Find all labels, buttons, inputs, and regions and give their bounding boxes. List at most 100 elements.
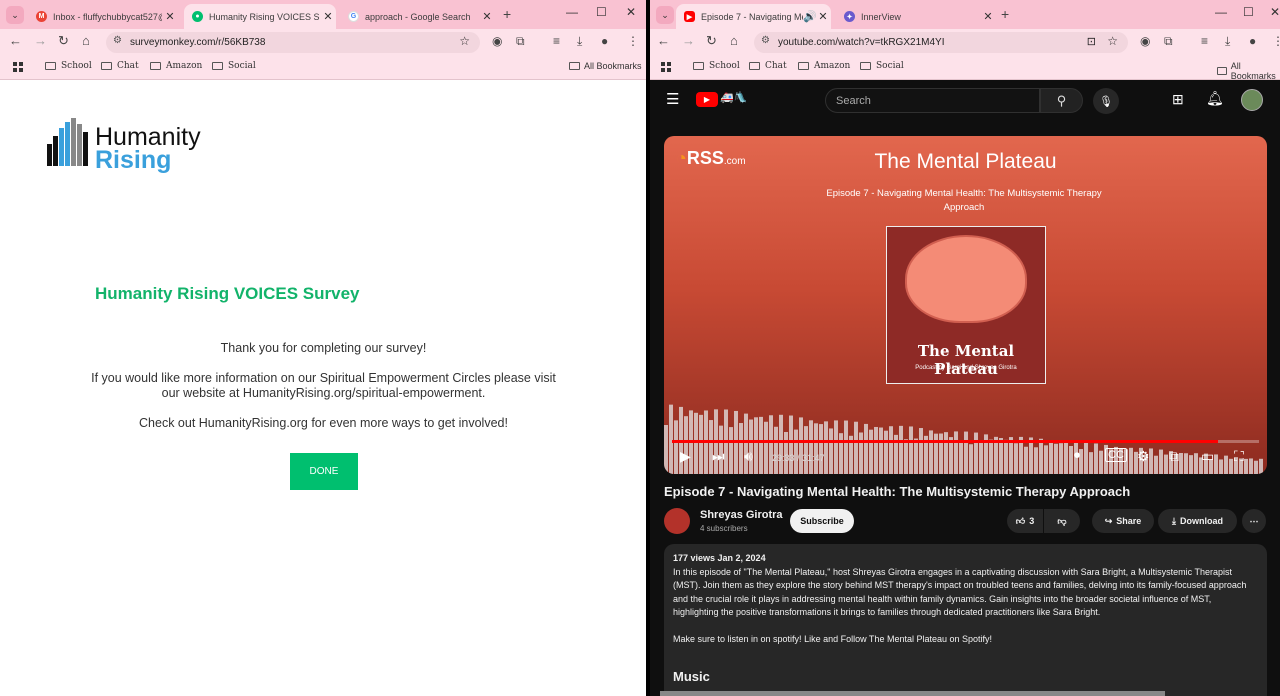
minimize-button[interactable]: —: [566, 5, 578, 19]
menu-icon[interactable]: ⋮: [627, 34, 639, 48]
close-icon[interactable]: ✕: [479, 10, 495, 23]
profile-avatar[interactable]: ●: [1249, 34, 1256, 48]
tab-search-button[interactable]: ⌄: [6, 6, 24, 24]
site-info-icon[interactable]: ⚙: [113, 35, 122, 46]
install-app-icon[interactable]: ⊡: [1087, 35, 1096, 48]
forward-button[interactable]: →: [682, 33, 695, 48]
tab-gmail[interactable]: M Inbox - fluffychubbycat527@g ✕: [28, 4, 178, 29]
bookmark-amazon[interactable]: Amazon: [150, 61, 202, 71]
captions-icon[interactable]: CC: [1105, 448, 1127, 462]
apps-icon[interactable]: [13, 62, 23, 72]
next-button[interactable]: ⏭: [712, 448, 725, 465]
bookmark-amazon[interactable]: Amazon: [798, 61, 850, 71]
more-actions-button[interactable]: ⋯: [1242, 509, 1266, 533]
maximize-button[interactable]: ☐: [596, 5, 607, 19]
bookmark-social[interactable]: Social: [860, 61, 904, 71]
tab-youtube[interactable]: ▶ Episode 7 - Navigating Men 🔊 ✕: [676, 4, 831, 29]
extensions-puzzle-icon[interactable]: ⧉: [1164, 34, 1173, 49]
waveform-bar: [974, 432, 978, 474]
reading-list-icon[interactable]: ≡: [553, 34, 560, 48]
create-icon[interactable]: ⊞: [1172, 91, 1184, 108]
bookmark-chat[interactable]: Chat: [749, 61, 787, 71]
extension-icon[interactable]: ◉: [492, 34, 502, 48]
extensions-puzzle-icon[interactable]: ⧉: [516, 34, 525, 49]
address-bar[interactable]: ⚙ surveymonkey.com/r/56KB738 ☆: [106, 32, 480, 53]
menu-icon[interactable]: ⋮: [1272, 34, 1280, 48]
search-button[interactable]: ⚲: [1040, 88, 1083, 113]
close-icon[interactable]: ✕: [980, 10, 996, 23]
all-bookmarks[interactable]: All Bookmarks: [1217, 61, 1280, 81]
download-icon[interactable]: ⤓: [577, 34, 582, 49]
address-bar[interactable]: ⚙ youtube.com/watch?v=tkRGX21M4YI ⊡ ☆: [754, 32, 1128, 53]
settings-gear-icon[interactable]: ⚙: [1137, 448, 1150, 465]
reading-list-icon[interactable]: ≡: [1201, 34, 1208, 48]
new-tab-button[interactable]: +: [1001, 6, 1009, 22]
reload-button[interactable]: ↻: [58, 33, 69, 49]
like-button[interactable]: 👍︎ 3: [1007, 509, 1043, 533]
search-input[interactable]: Search: [825, 88, 1040, 113]
bookmark-star-icon[interactable]: ☆: [459, 34, 470, 48]
share-button[interactable]: ↪ Share: [1092, 509, 1154, 533]
bookmark-star-icon[interactable]: ☆: [1107, 34, 1118, 48]
site-info-icon[interactable]: ⚙: [761, 35, 770, 46]
autoplay-toggle[interactable]: ⏺: [1074, 448, 1080, 463]
tab-google-search[interactable]: G approach - Google Search ✕: [340, 4, 495, 29]
waveform-bar: [1154, 455, 1158, 474]
close-icon[interactable]: ✕: [162, 10, 178, 23]
play-button[interactable]: ▶: [680, 448, 691, 465]
all-bookmarks[interactable]: All Bookmarks: [569, 61, 642, 71]
speaker-icon[interactable]: 🔊: [803, 10, 817, 23]
minimize-button[interactable]: —: [1215, 5, 1227, 19]
back-button[interactable]: ←: [657, 33, 670, 48]
waveform-bar: [999, 438, 1003, 474]
forward-button[interactable]: →: [34, 33, 47, 48]
reload-button[interactable]: ↻: [706, 33, 717, 49]
close-icon[interactable]: ✕: [815, 10, 831, 23]
notifications-bell-icon[interactable]: 🔔︎: [1206, 90, 1224, 107]
download-button[interactable]: ⤓ Download: [1158, 509, 1237, 533]
tab-survey[interactable]: ● Humanity Rising VOICES Surve ✕: [184, 4, 336, 29]
apps-icon[interactable]: [661, 62, 671, 72]
video-player[interactable]: ◔RSS.com The Mental Plateau Episode 7 - …: [664, 136, 1267, 474]
fullscreen-icon[interactable]: ⛶: [1234, 448, 1244, 465]
waveform-bar: [819, 424, 823, 474]
profile-avatar[interactable]: ●: [601, 34, 608, 48]
subscribe-button[interactable]: Subscribe: [790, 509, 854, 533]
channel-name[interactable]: Shreyas Girotra: [700, 509, 783, 521]
download-icon[interactable]: ⤓: [1225, 34, 1230, 49]
window-close-button[interactable]: ✕: [626, 5, 636, 19]
new-tab-button[interactable]: +: [503, 6, 511, 22]
close-icon[interactable]: ✕: [320, 10, 336, 23]
doodle-logo-icon[interactable]: 🚑🛝: [720, 91, 747, 104]
bookmark-school[interactable]: School: [45, 61, 92, 71]
survey-title: Humanity Rising VOICES Survey: [95, 284, 360, 303]
description-box[interactable]: 177 views Jan 2, 2024 In this episode of…: [664, 544, 1267, 696]
dislike-button[interactable]: 👎︎: [1044, 509, 1080, 533]
progress-bar[interactable]: [672, 440, 1259, 443]
bookmark-label: Social: [876, 61, 904, 71]
theater-mode-icon[interactable]: ▭: [1201, 448, 1214, 465]
youtube-logo-icon[interactable]: ▶: [696, 92, 718, 107]
humanity-rising-logo: Humanity Rising: [45, 118, 215, 174]
volume-icon[interactable]: 🔊︎: [744, 448, 753, 465]
account-avatar[interactable]: [1241, 89, 1263, 111]
voice-search-button[interactable]: 🎙: [1093, 88, 1119, 114]
bookmark-school[interactable]: School: [693, 61, 740, 71]
extension-icon[interactable]: ◉: [1140, 34, 1150, 48]
hamburger-menu-icon[interactable]: ☰: [666, 90, 679, 108]
home-button[interactable]: ⌂: [730, 33, 738, 48]
miniplayer-icon[interactable]: ⧉: [1169, 448, 1179, 465]
all-bookmarks-label: All Bookmarks: [584, 61, 642, 71]
tab-search-button[interactable]: ⌄: [656, 6, 674, 24]
done-button[interactable]: DONE: [290, 453, 358, 490]
bookmark-social[interactable]: Social: [212, 61, 256, 71]
tab-innerview[interactable]: ✦ InnerView ✕: [836, 4, 996, 29]
horizontal-scrollbar[interactable]: [660, 691, 1165, 696]
maximize-button[interactable]: ☐: [1243, 5, 1254, 19]
window-close-button[interactable]: ✕: [1270, 5, 1280, 19]
bookmark-chat[interactable]: Chat: [101, 61, 139, 71]
back-button[interactable]: ←: [9, 33, 22, 48]
home-button[interactable]: ⌂: [82, 33, 90, 48]
waveform-bar: [774, 426, 778, 474]
channel-avatar[interactable]: [664, 508, 690, 534]
